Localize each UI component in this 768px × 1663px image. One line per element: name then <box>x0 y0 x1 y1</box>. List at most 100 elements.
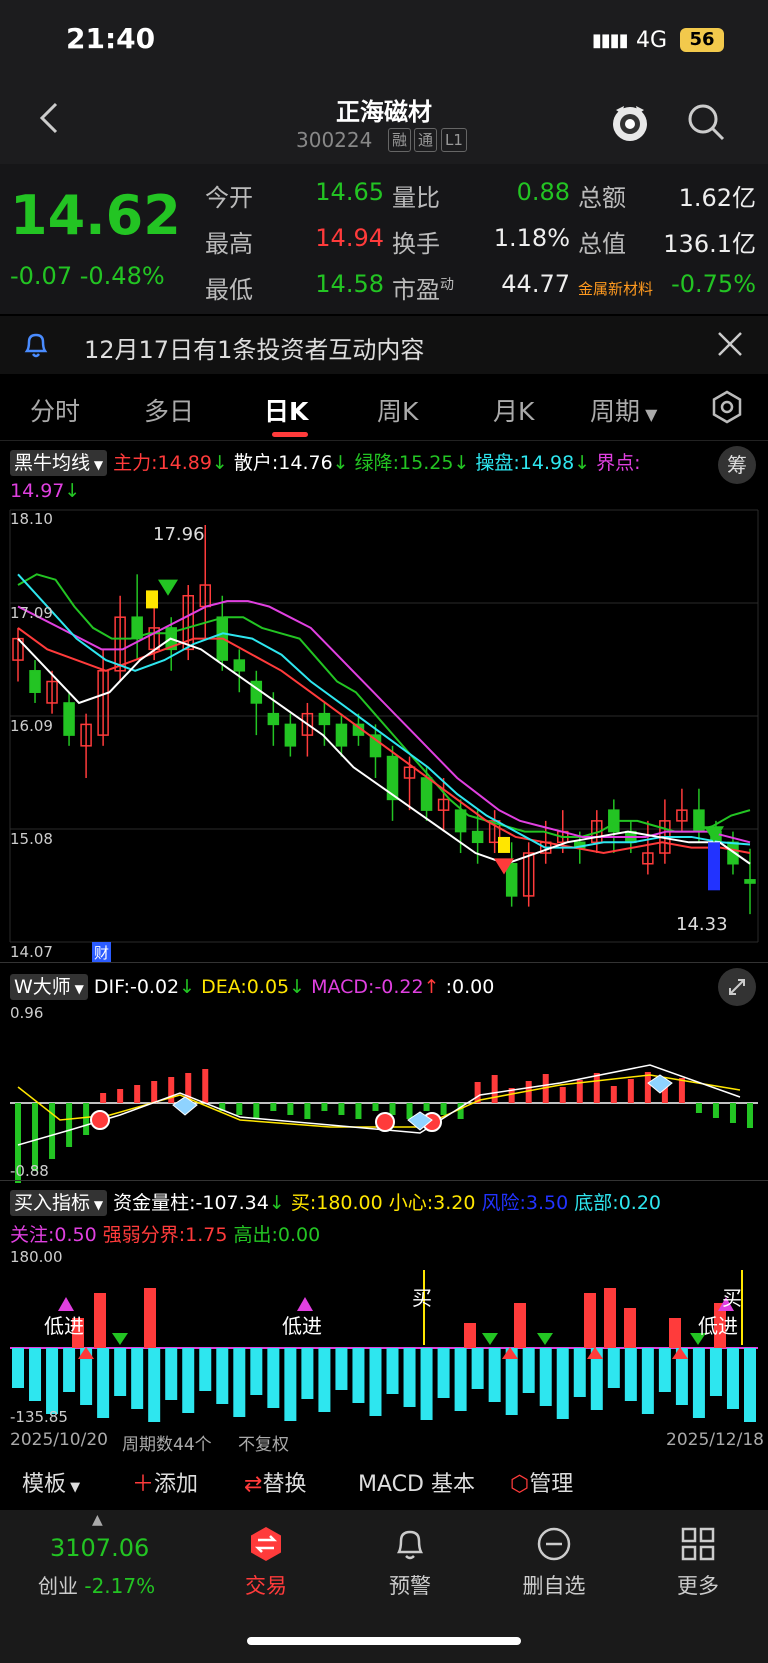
macd-bar <box>236 1103 243 1115</box>
mascot-icon[interactable] <box>608 100 652 144</box>
low-in-label: 低进 <box>44 1314 84 1338</box>
tab-multiday[interactable]: 多日 <box>144 392 194 428</box>
manage-button[interactable]: ⬡管理 <box>510 1466 573 1498</box>
ma-magenta-line <box>17 600 751 844</box>
main-indicator-select[interactable]: 黑牛均线 ▼ <box>10 450 108 476</box>
close-icon[interactable] <box>716 330 744 362</box>
fund-bar <box>369 1348 382 1416</box>
tab-weekly-k[interactable]: 周K <box>377 392 418 428</box>
fund-bar <box>165 1348 178 1400</box>
nav-more[interactable]: 更多 <box>648 1570 748 1600</box>
nav-trade[interactable]: 交易 <box>216 1570 316 1600</box>
macd-bar <box>678 1078 685 1103</box>
tab-daily-k[interactable]: 日K <box>264 392 308 428</box>
macd-bar <box>117 1089 124 1103</box>
buy-bar <box>624 1308 636 1348</box>
candle-body <box>369 734 382 758</box>
buy-axis-top: 180.00 <box>10 1248 63 1266</box>
chip-distribution-button[interactable]: 筹 <box>718 446 756 484</box>
adjust-mode[interactable]: 不复权 <box>238 1430 289 1455</box>
fund-bar <box>318 1348 331 1412</box>
search-icon[interactable] <box>684 100 728 144</box>
down-arrow-icon <box>112 1333 128 1345</box>
candle-body <box>454 809 467 833</box>
buy-indicator-legend-line2: 关注:0.50 强弱分界:1.75 高出:0.00 <box>10 1224 321 1246</box>
macd-bar <box>270 1103 277 1111</box>
fund-bar <box>63 1348 76 1392</box>
macd-bar <box>287 1103 294 1115</box>
nav-remove-watchlist[interactable]: 删自选 <box>504 1570 604 1600</box>
value-vol-ratio: 0.88 <box>516 178 570 206</box>
tab-monthly-k[interactable]: 月K <box>493 392 534 428</box>
macd-bar <box>253 1103 260 1119</box>
candle-body <box>335 723 348 747</box>
more-grid-icon[interactable] <box>680 1526 716 1566</box>
period-count: 周期数44个 <box>122 1435 212 1455</box>
chevron-down-icon: ▼ <box>66 1480 81 1495</box>
price-axis-label: 18.10 <box>10 510 53 528</box>
sector-name[interactable]: 金属新材料 <box>578 278 653 299</box>
macd-bar <box>100 1093 107 1103</box>
fund-bar <box>199 1348 212 1391</box>
buy-bar <box>584 1293 596 1348</box>
macd-bar <box>440 1103 447 1115</box>
buy-axis-bottom: -135.85 <box>10 1408 68 1426</box>
candle-body <box>284 723 297 747</box>
finance-badge[interactable]: 财 <box>92 942 112 963</box>
macd-bar <box>559 1087 566 1103</box>
fund-bar <box>386 1348 399 1394</box>
fund-bar <box>744 1348 756 1422</box>
fund-bar <box>539 1348 552 1406</box>
settings-icon[interactable] <box>710 390 744 428</box>
signal-marker <box>498 836 510 853</box>
expand-icon[interactable] <box>718 968 756 1006</box>
macd-basic-button[interactable]: MACD 基本 <box>358 1466 475 1498</box>
trade-icon[interactable] <box>248 1526 284 1566</box>
value-open: 14.65 <box>315 178 384 206</box>
fund-bar <box>454 1348 467 1411</box>
price-change: -0.07 -0.48% <box>10 262 165 290</box>
macd-bar <box>593 1073 600 1103</box>
buy-indicator-select[interactable]: 买入指标 ▼ <box>10 1190 108 1216</box>
high-price-mark: 17.96 <box>153 524 205 545</box>
remove-watchlist-icon[interactable] <box>536 1526 572 1566</box>
fund-bar <box>335 1348 348 1390</box>
fund-bar <box>12 1348 24 1388</box>
macd-bar <box>321 1103 328 1111</box>
add-button[interactable]: ＋添加 <box>132 1466 198 1498</box>
nav-alert[interactable]: 预警 <box>360 1570 460 1600</box>
price-axis-label: 16.09 <box>10 717 53 735</box>
value-pe: 44.77 <box>501 270 570 298</box>
fund-bar <box>97 1348 110 1418</box>
macd-indicator-select[interactable]: W大师 ▼ <box>10 974 88 1000</box>
fund-bar <box>726 1348 739 1409</box>
last-price: 14.62 <box>10 184 181 247</box>
buy-bar <box>94 1293 106 1348</box>
notice-text[interactable]: 12月17日有1条投资者互动内容 <box>84 330 424 365</box>
fund-bar <box>114 1348 127 1396</box>
index-value[interactable]: 3107.06 <box>50 1534 149 1562</box>
macd-axis-bottom: -0.88 <box>10 1162 49 1180</box>
tab-period[interactable]: 周期 ▼ <box>590 392 657 428</box>
label-low: 最低 <box>205 276 253 304</box>
macd-bar <box>372 1103 379 1111</box>
macd-bar <box>491 1075 498 1103</box>
kline-chart-area[interactable] <box>0 505 768 1435</box>
price-axis-label: 17.09 <box>10 604 53 622</box>
fund-bar <box>420 1348 433 1420</box>
chevron-up-icon[interactable]: ▲ <box>92 1512 103 1528</box>
index-info[interactable]: 创业 -2.17% <box>38 1570 155 1599</box>
macd-bar <box>66 1103 73 1147</box>
template-button[interactable]: 模板 ▼ <box>22 1466 80 1498</box>
fund-bar <box>437 1348 450 1398</box>
home-indicator <box>247 1637 521 1645</box>
replace-button[interactable]: ⇄替换 <box>244 1466 306 1498</box>
candle-body <box>29 670 41 693</box>
value-low: 14.58 <box>315 270 384 298</box>
tab-intraday[interactable]: 分时 <box>30 392 80 428</box>
macd-bar <box>747 1103 753 1128</box>
fund-bar <box>29 1348 42 1401</box>
macd-bar <box>304 1103 311 1119</box>
macd-axis-top: 0.96 <box>10 1004 44 1022</box>
alarm-icon[interactable] <box>392 1526 428 1566</box>
